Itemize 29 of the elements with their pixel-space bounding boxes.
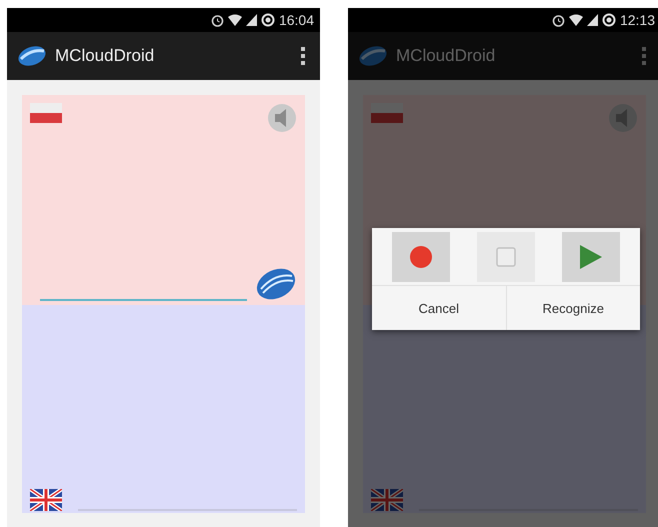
sync-icon (260, 13, 275, 27)
signal-icon (586, 14, 598, 26)
cancel-button[interactable]: Cancel (372, 286, 506, 330)
alarm-icon (210, 14, 224, 26)
play-button[interactable] (562, 232, 620, 282)
polish-flag-icon (30, 103, 62, 123)
uk-flag-icon (371, 489, 403, 511)
status-time: 16:04 (278, 12, 314, 28)
alarm-icon (552, 14, 565, 26)
app-title: MCloudDroid (55, 46, 156, 66)
uk-flag-icon (30, 489, 62, 511)
app-logo-icon (17, 45, 47, 67)
speaker-icon[interactable] (267, 103, 297, 133)
cloud-logo-button-icon[interactable] (255, 267, 297, 301)
speaker-icon[interactable] (608, 103, 638, 133)
app-logo-icon (358, 45, 388, 67)
signal-icon (246, 14, 257, 26)
sync-icon (602, 13, 616, 27)
overflow-menu-icon[interactable] (300, 46, 306, 66)
stop-icon (496, 247, 516, 267)
wifi-icon (568, 14, 583, 26)
status-time: 12:13 (620, 12, 655, 28)
wifi-icon (228, 14, 242, 26)
recognize-button[interactable]: Recognize (506, 286, 640, 330)
play-icon (580, 245, 602, 269)
record-button[interactable] (392, 232, 450, 282)
polish-flag-icon (371, 103, 403, 123)
app-title: MCloudDroid (396, 46, 496, 66)
record-icon (409, 245, 433, 269)
